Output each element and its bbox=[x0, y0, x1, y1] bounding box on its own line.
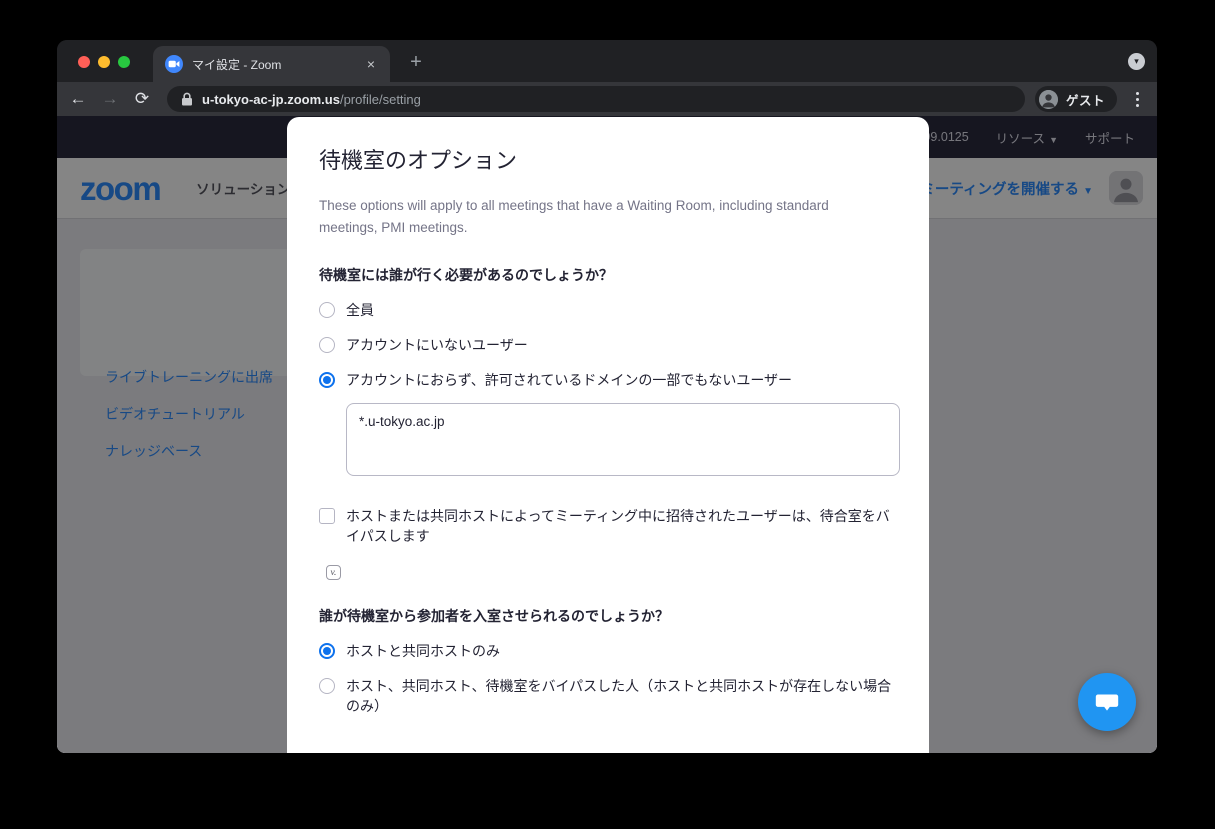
chat-bubble-icon bbox=[1094, 689, 1120, 715]
guest-label: ゲスト bbox=[1066, 90, 1105, 109]
url-path: /profile/setting bbox=[340, 92, 421, 107]
browser-window: マイ設定 - Zoom × + ▾ ← → ⟳ u-tokyo-ac-jp.zo… bbox=[57, 40, 1157, 753]
tab-title: マイ設定 - Zoom bbox=[192, 56, 362, 73]
radio-option-host-cohosts-bypassers[interactable]: ホスト、共同ホスト、待機室をバイパスした人（ホストと共同ホストが存在しない場合の… bbox=[319, 676, 897, 716]
page-viewport: 88.799.0125 リソース▼ サポート zoom ソリューション ミーティ… bbox=[57, 116, 1157, 753]
zoom-window-button[interactable] bbox=[118, 56, 130, 68]
back-icon[interactable]: ← bbox=[65, 86, 91, 112]
tab-strip: マイ設定 - Zoom × + ▾ bbox=[57, 40, 1157, 82]
radio-icon-selected[interactable] bbox=[319, 372, 335, 388]
address-bar[interactable]: u-tokyo-ac-jp.zoom.us/profile/setting bbox=[167, 86, 1025, 112]
broken-image-icon: v. bbox=[326, 565, 341, 580]
zoom-favicon-icon bbox=[165, 55, 183, 73]
forward-icon: → bbox=[97, 86, 123, 112]
tab-close-icon[interactable]: × bbox=[362, 55, 380, 73]
radio-option-everyone[interactable]: 全員 bbox=[319, 300, 897, 320]
radio-option-users-not-in-account[interactable]: アカウントにいないユーザー bbox=[319, 335, 897, 355]
modal-title: 待機室のオプション bbox=[319, 143, 897, 175]
lock-icon[interactable] bbox=[181, 92, 193, 106]
radio-icon[interactable] bbox=[319, 678, 335, 694]
reload-icon[interactable]: ⟳ bbox=[129, 86, 155, 112]
radio-option-users-not-in-allowed-domains[interactable]: アカウントにおらず、許可されているドメインの一部でもないユーザー bbox=[319, 370, 897, 390]
close-window-button[interactable] bbox=[78, 56, 90, 68]
tab-search-icon[interactable]: ▾ bbox=[1128, 53, 1145, 70]
radio-icon[interactable] bbox=[319, 302, 335, 318]
radio-icon[interactable] bbox=[319, 337, 335, 353]
browser-toolbar: ← → ⟳ u-tokyo-ac-jp.zoom.us/profile/sett… bbox=[57, 82, 1157, 116]
profile-button[interactable]: ゲスト bbox=[1035, 86, 1117, 112]
browser-menu-icon[interactable] bbox=[1127, 92, 1147, 107]
allowed-domains-input[interactable]: *.u-tokyo.ac.jp bbox=[346, 403, 900, 476]
new-tab-button[interactable]: + bbox=[404, 51, 428, 74]
url-domain: u-tokyo-ac-jp.zoom.us bbox=[202, 92, 340, 107]
modal-description: These options will apply to all meetings… bbox=[319, 195, 864, 239]
question-host-not-present: If the host and co-hosts are not present… bbox=[319, 752, 897, 753]
waiting-room-options-modal: 待機室のオプション These options will apply to al… bbox=[287, 117, 929, 753]
chat-launcher-button[interactable] bbox=[1078, 673, 1136, 731]
question-who-can-admit: 誰が待機室から参加者を入室させられるのでしょうか？ bbox=[319, 606, 897, 626]
checkbox-icon[interactable] bbox=[319, 508, 335, 524]
radio-icon-selected[interactable] bbox=[319, 643, 335, 659]
window-controls bbox=[78, 56, 130, 68]
guest-avatar-icon bbox=[1039, 90, 1058, 109]
question-who-goes-to-waiting-room: 待機室には誰が行く必要があるのでしょうか？ bbox=[319, 265, 897, 285]
checkbox-bypass-invited-users[interactable]: ホストまたは共同ホストによってミーティング中に招待されたユーザーは、待合室をバイ… bbox=[319, 506, 897, 546]
browser-tab[interactable]: マイ設定 - Zoom × bbox=[153, 46, 390, 82]
radio-option-host-cohosts-only[interactable]: ホストと共同ホストのみ bbox=[319, 641, 897, 661]
minimize-window-button[interactable] bbox=[98, 56, 110, 68]
